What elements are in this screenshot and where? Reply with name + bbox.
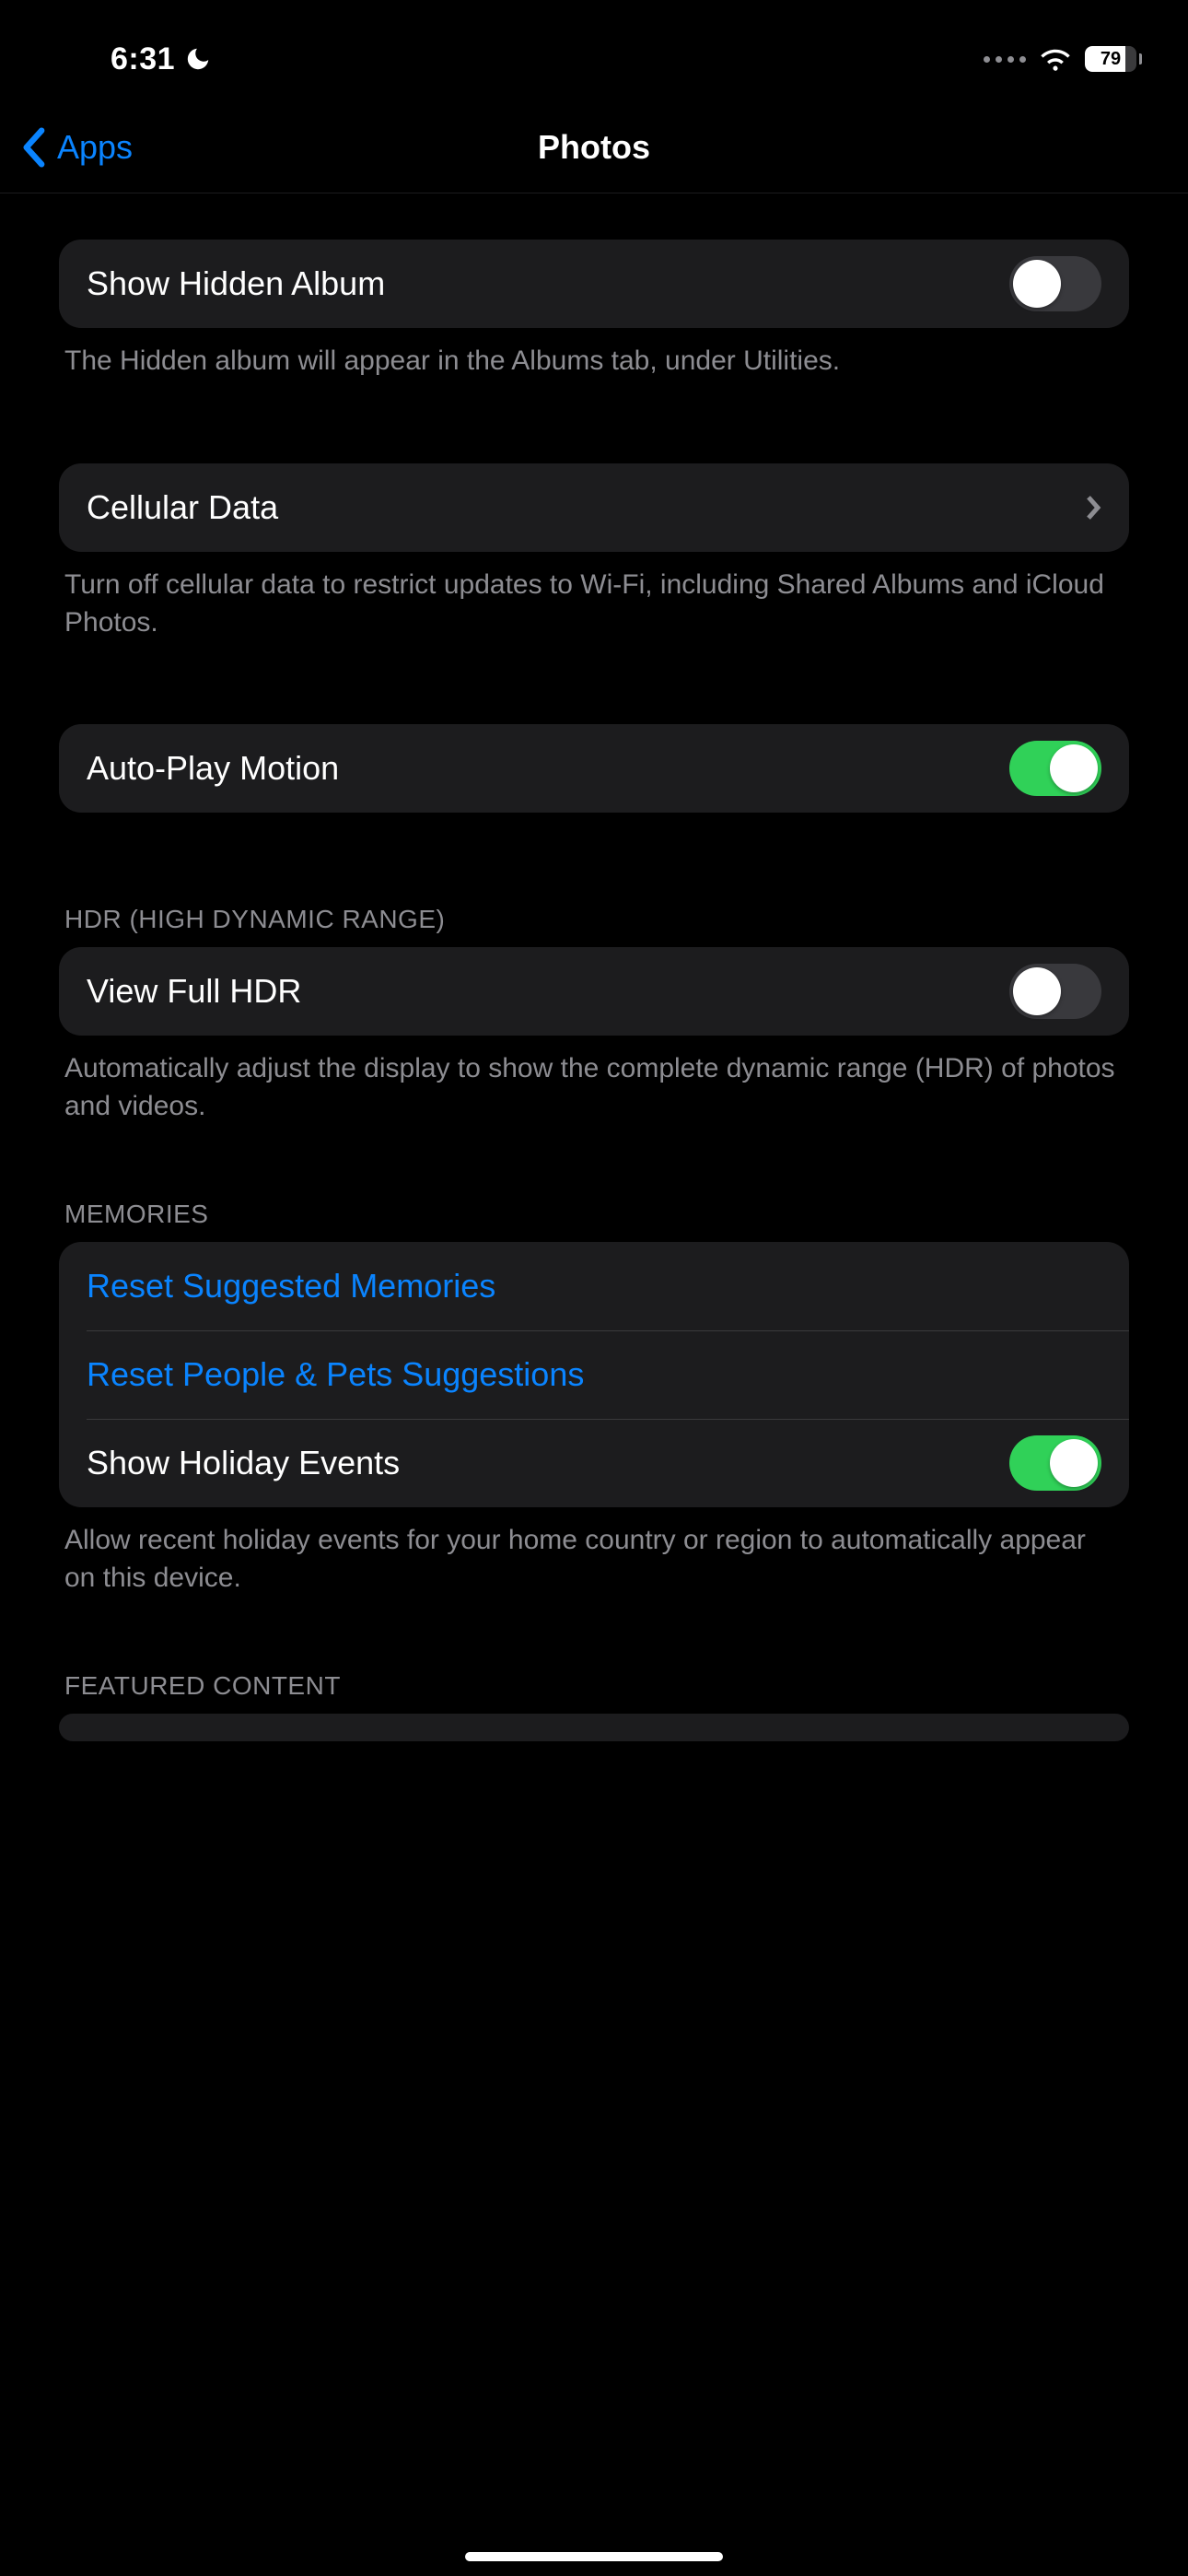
footer-cellular-data: Turn off cellular data to restrict updat… — [59, 552, 1129, 642]
settings-content: Show Hidden Album The Hidden album will … — [0, 240, 1188, 1741]
home-indicator[interactable] — [465, 2552, 723, 2561]
wifi-icon — [1039, 46, 1072, 72]
row-show-hidden-album[interactable]: Show Hidden Album — [59, 240, 1129, 328]
group-hdr: View Full HDR — [59, 947, 1129, 1036]
section-header-hdr: HDR (HIGH DYNAMIC RANGE) — [59, 905, 1129, 947]
moon-icon — [184, 45, 212, 73]
row-label: Cellular Data — [87, 488, 1085, 527]
row-reset-suggested-memories[interactable]: Reset Suggested Memories — [59, 1242, 1129, 1330]
row-label: Show Holiday Events — [87, 1444, 1009, 1482]
row-show-holiday-events[interactable]: Show Holiday Events — [59, 1419, 1129, 1507]
section-header-featured-content: FEATURED CONTENT — [59, 1671, 1129, 1714]
row-reset-people-pets[interactable]: Reset People & Pets Suggestions — [59, 1330, 1129, 1419]
footer-hdr: Automatically adjust the display to show… — [59, 1036, 1129, 1126]
back-label: Apps — [57, 128, 133, 167]
row-auto-play-motion[interactable]: Auto-Play Motion — [59, 724, 1129, 813]
cellular-dots-icon — [984, 56, 1026, 63]
row-label: Reset Suggested Memories — [87, 1267, 1101, 1306]
chevron-left-icon — [17, 127, 50, 168]
navigation-bar: Apps Photos — [0, 101, 1188, 193]
toggle-show-hidden-album[interactable] — [1009, 256, 1101, 311]
group-auto-play-motion: Auto-Play Motion — [59, 724, 1129, 813]
group-featured-content-partial — [59, 1714, 1129, 1741]
group-cellular-data: Cellular Data — [59, 463, 1129, 552]
row-label: Auto-Play Motion — [87, 749, 1009, 788]
row-label: View Full HDR — [87, 972, 1009, 1011]
footer-memories: Allow recent holiday events for your hom… — [59, 1507, 1129, 1598]
toggle-view-full-hdr[interactable] — [1009, 964, 1101, 1019]
group-hidden-album: Show Hidden Album — [59, 240, 1129, 328]
group-memories: Reset Suggested Memories Reset People & … — [59, 1242, 1129, 1507]
battery-percent: 79 — [1085, 46, 1136, 72]
status-right: 79 — [984, 46, 1142, 72]
toggle-auto-play-motion[interactable] — [1009, 741, 1101, 796]
battery-icon: 79 — [1085, 46, 1142, 72]
back-button[interactable]: Apps — [17, 101, 133, 193]
status-left: 6:31 — [111, 41, 212, 77]
footer-hidden-album: The Hidden album will appear in the Albu… — [59, 328, 1129, 381]
row-cellular-data[interactable]: Cellular Data — [59, 463, 1129, 552]
status-bar: 6:31 79 — [0, 0, 1188, 101]
status-time: 6:31 — [111, 41, 175, 77]
row-view-full-hdr[interactable]: View Full HDR — [59, 947, 1129, 1036]
row-label: Reset People & Pets Suggestions — [87, 1355, 1101, 1394]
section-header-memories: MEMORIES — [59, 1200, 1129, 1242]
chevron-right-icon — [1085, 494, 1101, 521]
toggle-show-holiday-events[interactable] — [1009, 1435, 1101, 1491]
row-label: Show Hidden Album — [87, 264, 1009, 303]
page-title: Photos — [0, 128, 1188, 167]
